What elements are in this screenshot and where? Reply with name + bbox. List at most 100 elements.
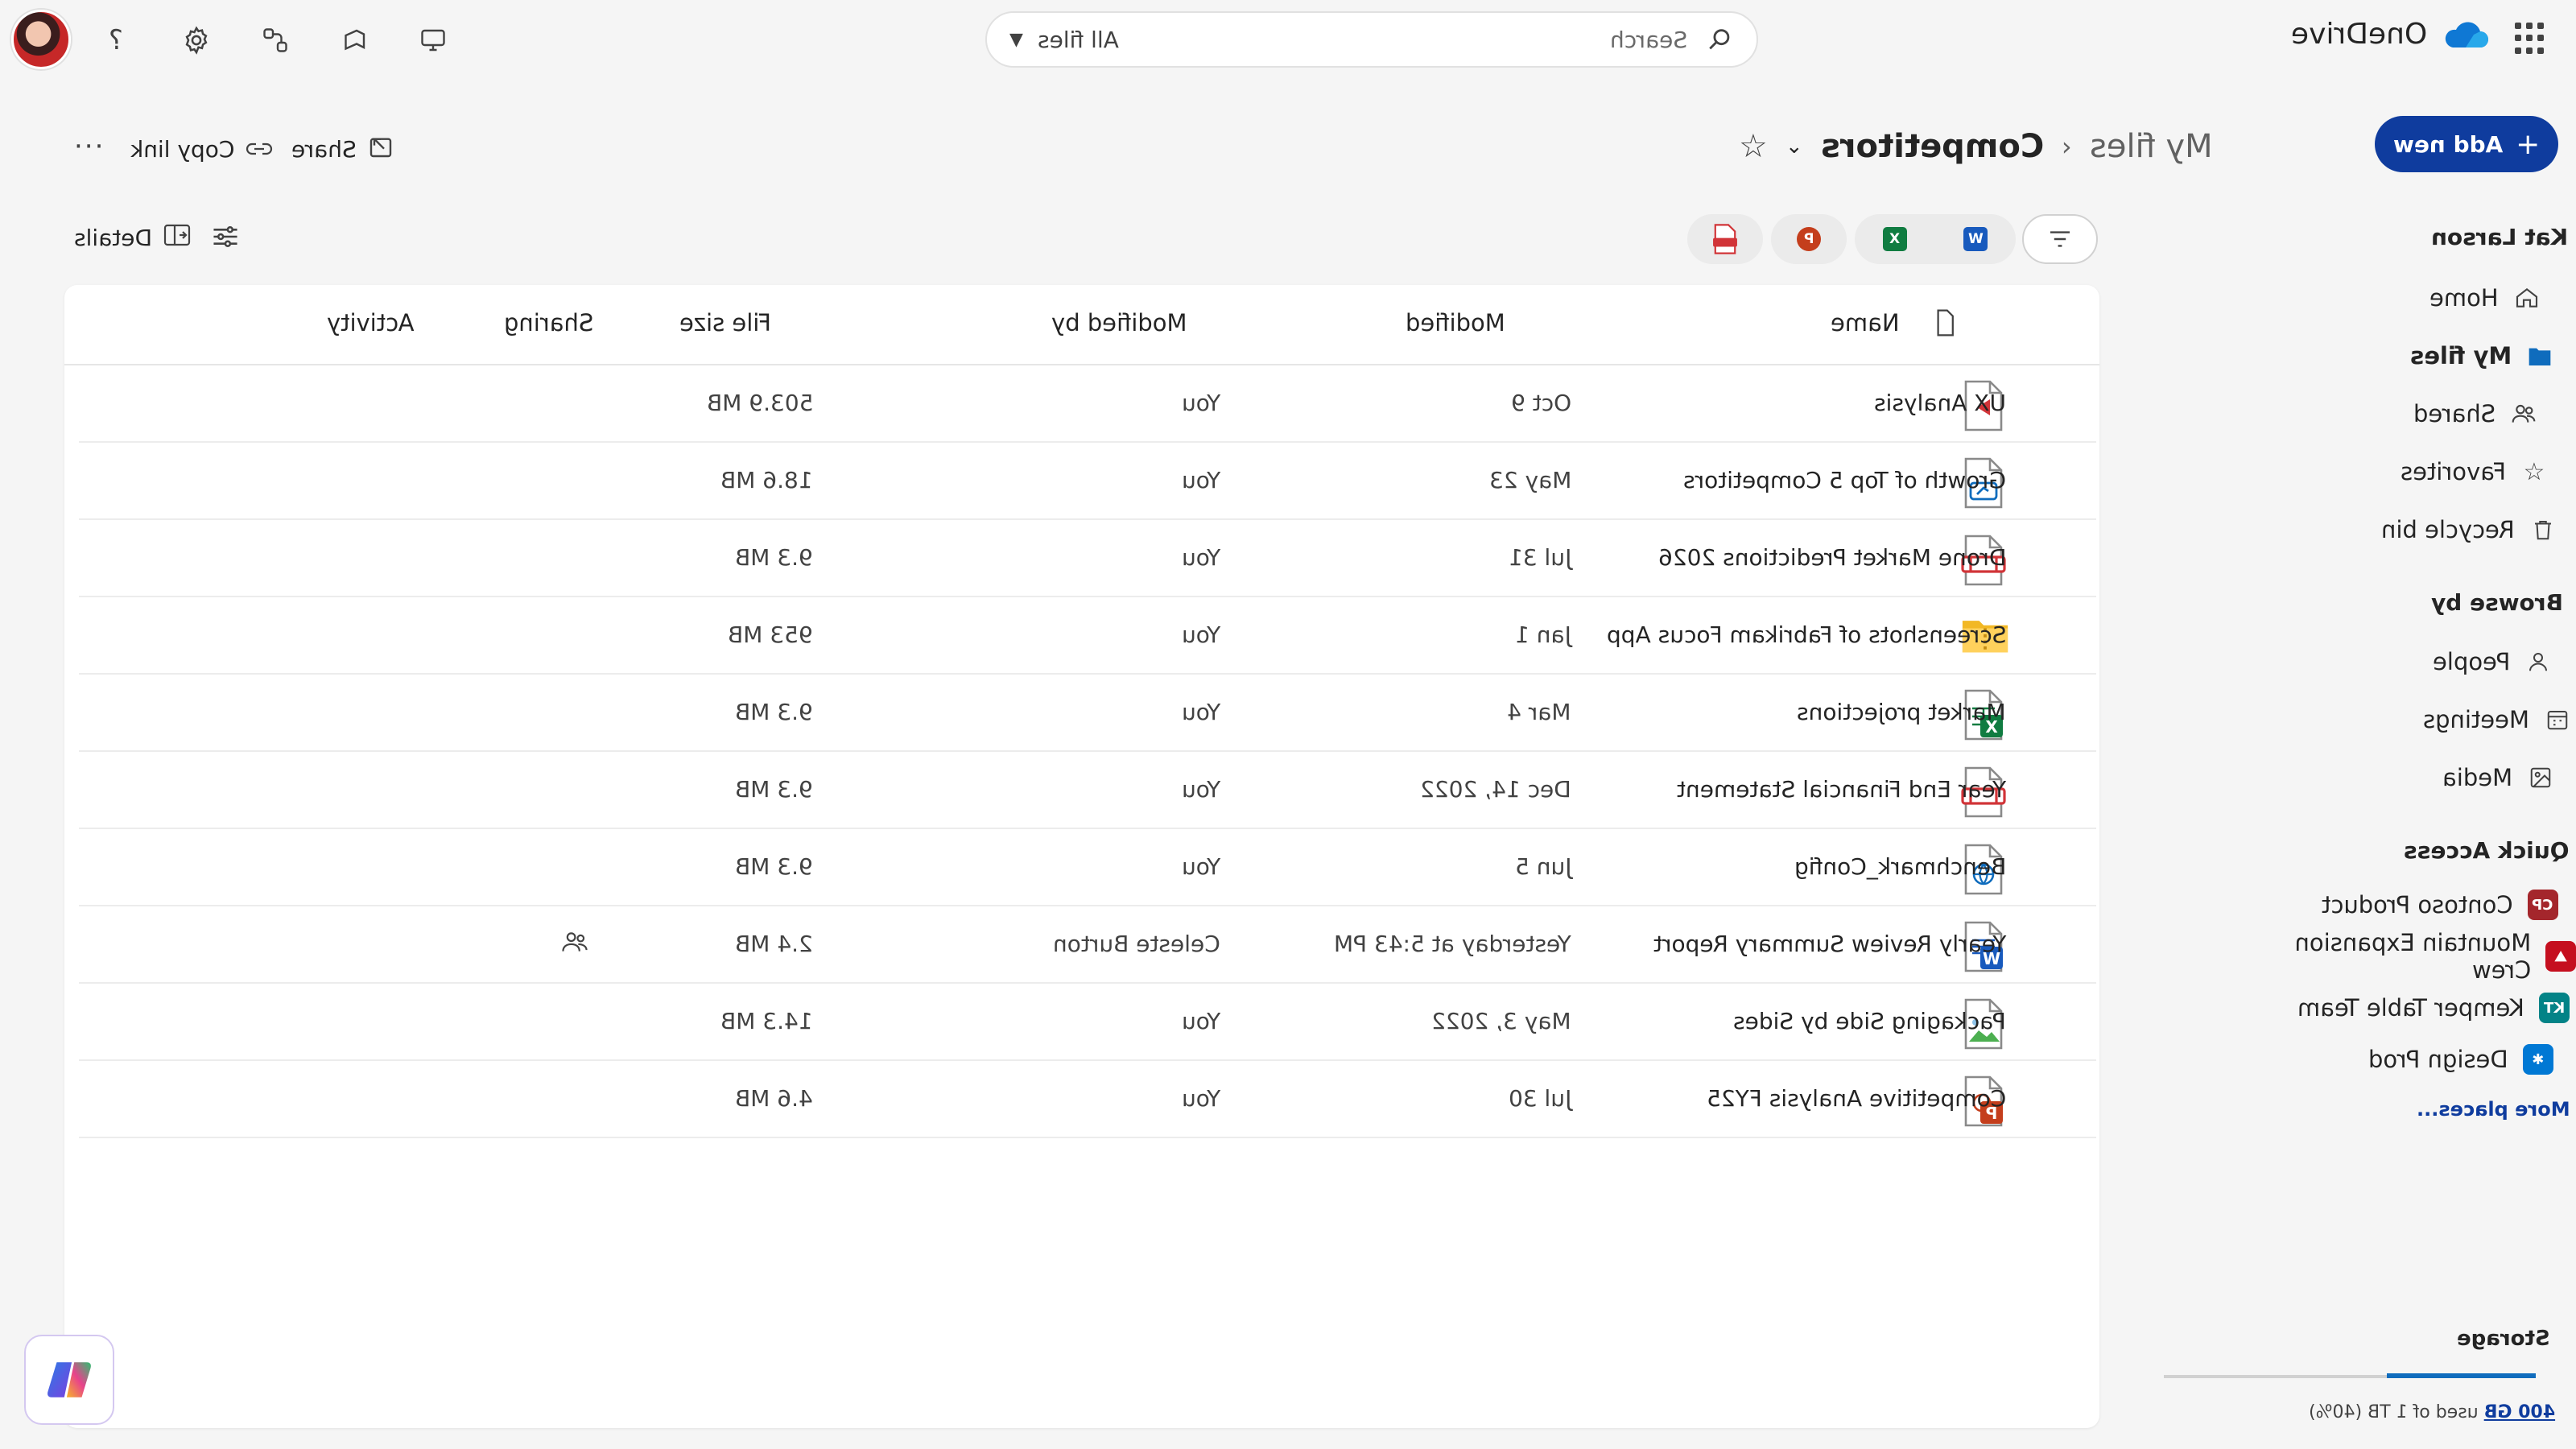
search-icon — [1709, 29, 1730, 50]
favorite-star-icon[interactable]: ☆ — [1739, 128, 1768, 165]
column-header-activity[interactable]: Activity — [327, 309, 414, 336]
details-label: Details — [74, 225, 153, 251]
file-name[interactable]: Market projections — [1797, 699, 2006, 725]
file-modified: Jan 1 — [1515, 621, 1571, 648]
sidebar-item-people[interactable]: People — [2433, 639, 2552, 684]
table-row[interactable]: X Market projections Mar 4 You 9.3 MB — [79, 675, 2096, 752]
table-row[interactable]: UX Analysis Oct 9 You 503.9 MB — [79, 365, 2096, 443]
file-size: 953 MB — [728, 621, 813, 648]
copy-link-button[interactable]: Copy link — [130, 129, 273, 169]
column-header-modified-by[interactable]: Modified by — [1051, 309, 1187, 336]
file-name[interactable]: Drone Market Predictions 2026 — [1658, 544, 2006, 571]
file-list: Name Modified Modified by File size Shar… — [64, 285, 2099, 1428]
more-places-link[interactable]: More places... — [2417, 1098, 2570, 1121]
breadcrumb-current[interactable]: Competitors — [1821, 128, 2044, 165]
table-row[interactable]: Drone Market Predictions 2026 Jul 31 You 9.… — [79, 520, 2096, 597]
quick-access-contoso-product[interactable]: Contoso Product CP — [2322, 882, 2558, 927]
chevron-down-icon[interactable]: ⌄ — [1785, 134, 1803, 159]
trash-icon — [2529, 516, 2557, 543]
feedback-icon[interactable] — [333, 19, 375, 61]
details-button[interactable]: Details — [74, 224, 191, 252]
user-avatar[interactable] — [11, 10, 71, 69]
file-size: 9.3 MB — [735, 776, 813, 803]
column-header-sharing[interactable]: Sharing — [504, 309, 593, 336]
file-name[interactable]: Screenshots of Fabrikam Focus App — [1607, 621, 2006, 648]
column-header-modified[interactable]: Modified — [1406, 309, 1505, 336]
file-size: 4.6 MB — [735, 1085, 813, 1112]
file-name[interactable]: Competitive Analysis FY25 — [1707, 1085, 2006, 1112]
shared-people-icon[interactable] — [560, 929, 589, 961]
file-name[interactable]: Benchmark_Config — [1794, 853, 2006, 880]
view-options-icon[interactable] — [211, 224, 240, 257]
quick-access-kemper-table-team[interactable]: Kemper Table Team KT — [2297, 985, 2570, 1030]
more-options-icon[interactable]: ··· — [74, 130, 105, 163]
onedrive-cloud-icon — [2446, 21, 2489, 47]
table-row[interactable]: Screenshots of Fabrikam Focus App Jan 1 Yo… — [79, 597, 2096, 675]
search-box[interactable]: ▼ All files Search — [985, 11, 1758, 68]
sidebar-item-home[interactable]: Home — [2429, 275, 2541, 320]
sidebar-item-favorites[interactable]: Favorites ☆ — [2401, 449, 2548, 494]
quick-access-heading: Quick Access — [2404, 837, 2570, 864]
sidebar-item-meetings[interactable]: Meetings — [2423, 697, 2571, 742]
sidebar-item-label: People — [2433, 648, 2511, 675]
app-launcher-icon[interactable] — [2515, 23, 2547, 55]
brand[interactable]: OneDrive — [2291, 18, 2491, 51]
quick-access-label: Contoso Product — [2322, 891, 2513, 919]
file-name[interactable]: UX Analysis — [1874, 390, 2006, 416]
file-modified: Jun 5 — [1514, 853, 1571, 880]
filter-pdf-pill[interactable] — [1687, 214, 1763, 264]
sidebar-item-recycle-bin[interactable]: Recycle bin — [2381, 507, 2557, 552]
table-row[interactable]: W Yearly Review Summary Report Yesterday a… — [79, 906, 2096, 984]
share-icon — [368, 134, 394, 165]
table-row[interactable]: Benchmark_Config Jun 5 You 9.3 MB — [79, 829, 2096, 906]
table-row[interactable]: Growth of Top 5 Competitors May 23 You 18.6… — [79, 443, 2096, 520]
sidebar-item-shared[interactable]: Shared — [2413, 391, 2537, 436]
filter-icon[interactable] — [2022, 214, 2098, 264]
sidebar-item-label: Meetings — [2423, 706, 2530, 733]
file-name[interactable]: Year End Financial Statement — [1677, 776, 2006, 803]
chevron-right-icon: › — [2061, 131, 2072, 162]
file-name[interactable]: Growth of Top 5 Competitors — [1683, 467, 2006, 493]
file-modified-by: You — [1181, 621, 1220, 648]
column-header-name[interactable]: Name — [1831, 309, 1900, 336]
connections-icon[interactable] — [254, 19, 296, 61]
quick-access-design-prod[interactable]: Design Prod ✱ — [2368, 1037, 2553, 1082]
file-type-column-icon[interactable] — [1934, 309, 1956, 342]
filter-powerpoint-pill[interactable]: P — [1771, 214, 1847, 264]
sidebar-item-my-files[interactable]: My files — [2410, 333, 2553, 378]
copilot-button[interactable] — [24, 1335, 114, 1425]
file-modified-by: You — [1181, 1008, 1220, 1034]
image-icon — [2527, 764, 2554, 791]
storage-used[interactable]: 400 GB — [2484, 1402, 2555, 1422]
share-button[interactable]: Share — [291, 129, 394, 169]
file-name[interactable]: Yearly Review Summary Report — [1653, 931, 2006, 957]
file-name[interactable]: Packaging Side by Sides — [1733, 1008, 2006, 1034]
quick-access-mountain-expansion-crew[interactable]: Mountain Expansion Crew ⛰ — [2230, 929, 2576, 984]
sidebar-item-media[interactable]: Media — [2442, 755, 2554, 800]
browse-by-heading: Browse by — [2431, 589, 2563, 616]
file-size: 18.6 MB — [720, 467, 813, 493]
table-row[interactable]: Packaging Side by Sides May 3, 2022 You 14.… — [79, 984, 2096, 1061]
breadcrumb-root[interactable]: My files — [2090, 128, 2213, 165]
table-header: Name Modified Modified by File size Shar… — [64, 285, 2099, 365]
column-header-file-size[interactable]: File size — [679, 309, 771, 336]
settings-gear-icon[interactable] — [175, 19, 217, 61]
search-scope[interactable]: All files — [1038, 27, 1610, 53]
word-icon: W — [1963, 227, 1988, 251]
filter-office-pills[interactable]: X W — [1855, 214, 2016, 264]
file-modified: May 3, 2022 — [1431, 1008, 1571, 1034]
storage-heading: Storage — [2457, 1327, 2550, 1351]
table-row[interactable]: Year End Financial Statement Dec 14, 2022… — [79, 752, 2096, 829]
file-size: 14.3 MB — [720, 1008, 813, 1034]
chevron-down-icon[interactable]: ▼ — [1009, 30, 1023, 50]
home-icon — [2513, 284, 2541, 312]
add-new-button[interactable]: Add new + — [2375, 116, 2558, 172]
file-modified-by: Celeste Burton — [1053, 931, 1220, 957]
search-placeholder[interactable]: Search — [1610, 27, 1687, 53]
storage-usage-text[interactable]: 400 GB used of 1 TB (40%) — [2309, 1402, 2555, 1422]
help-icon[interactable]: ? — [95, 19, 137, 61]
details-pane-icon — [163, 224, 191, 252]
present-icon[interactable] — [412, 19, 454, 61]
table-row[interactable]: P Competitive Analysis FY25 Jul 30 You 4.6 M… — [79, 1061, 2096, 1138]
file-modified-by: You — [1181, 699, 1220, 725]
